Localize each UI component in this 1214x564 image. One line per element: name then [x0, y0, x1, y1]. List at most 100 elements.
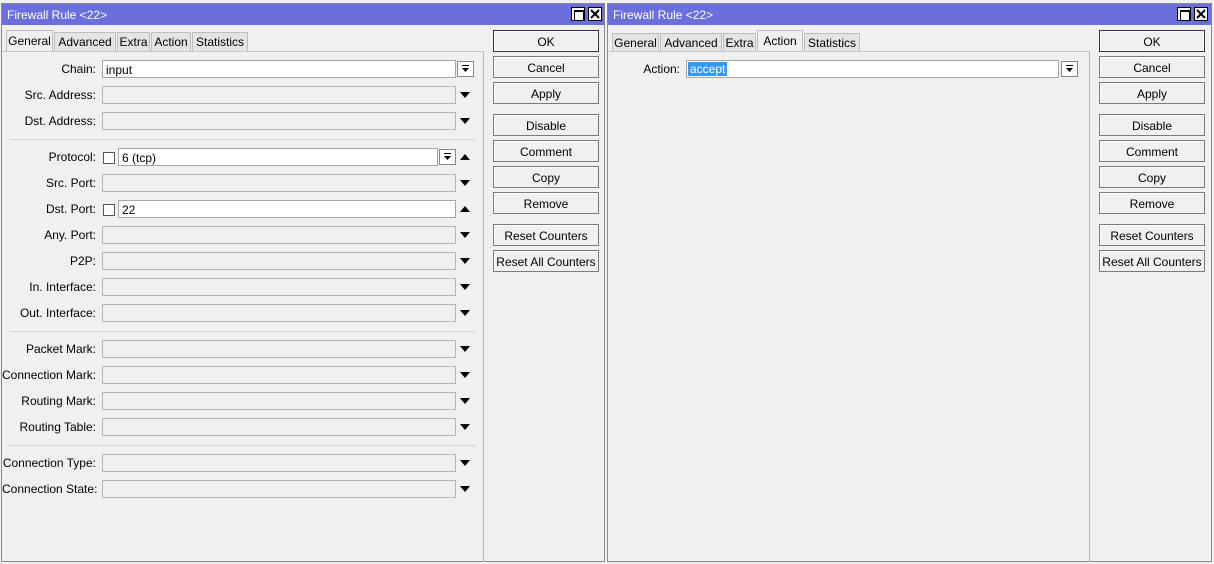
src-port-expand-icon[interactable] — [460, 179, 471, 187]
cancel-button[interactable]: Cancel — [1099, 56, 1205, 78]
p2p-row: P2P: — [2, 251, 482, 271]
connection-mark-row: Connection Mark: — [2, 365, 482, 385]
routing-mark-expand-icon[interactable] — [460, 397, 471, 405]
action-label: Action: — [643, 62, 680, 76]
tab-action[interactable]: Action — [757, 30, 803, 52]
any-port-row: Any. Port: — [2, 225, 482, 245]
ok-button[interactable]: OK — [1099, 30, 1205, 52]
src-port-label: Src. Port: — [45, 176, 96, 190]
protocol-row: Protocol: 6 (tcp) — [2, 147, 482, 167]
maximize-icon[interactable] — [1177, 7, 1191, 21]
connection-state-expand-icon[interactable] — [460, 485, 471, 493]
tab-general[interactable]: General — [6, 30, 53, 52]
window-title-bar[interactable]: Firewall Rule <22> — [2, 4, 604, 25]
reset-counters-button[interactable]: Reset Counters — [1099, 224, 1205, 246]
routing-mark-field[interactable] — [102, 392, 456, 410]
remove-button[interactable]: Remove — [493, 192, 599, 214]
packet-mark-row: Packet Mark: — [2, 339, 482, 359]
close-icon[interactable] — [588, 7, 602, 21]
window-title: Firewall Rule <22> — [7, 8, 108, 22]
protocol-label: Protocol: — [48, 150, 96, 164]
close-icon[interactable] — [1194, 7, 1208, 21]
chain-field[interactable]: input — [102, 60, 456, 78]
reset-all-counters-button[interactable]: Reset All Counters — [493, 250, 599, 272]
dst-port-label: Dst. Port: — [45, 202, 96, 216]
src-port-field[interactable] — [102, 174, 456, 192]
window-title-bar[interactable]: Firewall Rule <22> — [608, 4, 1211, 25]
connection-mark-label: Connection Mark: — [2, 368, 97, 382]
dst-address-field[interactable] — [102, 112, 456, 130]
disable-button[interactable]: Disable — [1099, 114, 1205, 136]
protocol-field[interactable]: 6 (tcp) — [118, 148, 438, 166]
tab-general[interactable]: General — [612, 33, 659, 52]
out-interface-field[interactable] — [102, 304, 456, 322]
src-address-label: Src. Address: — [24, 88, 96, 102]
dst-address-expand-icon[interactable] — [460, 117, 471, 125]
connection-mark-field[interactable] — [102, 366, 456, 384]
out-interface-label: Out. Interface: — [19, 306, 96, 320]
chain-dropdown-icon[interactable] — [457, 61, 474, 77]
disable-button[interactable]: Disable — [493, 114, 599, 136]
apply-button[interactable]: Apply — [493, 82, 599, 104]
p2p-expand-icon[interactable] — [460, 257, 471, 265]
reset-counters-button[interactable]: Reset Counters — [493, 224, 599, 246]
remove-button[interactable]: Remove — [1099, 192, 1205, 214]
connection-state-label: Connection State: — [2, 482, 98, 496]
out-interface-row: Out. Interface: — [2, 303, 482, 323]
cancel-button[interactable]: Cancel — [493, 56, 599, 78]
copy-button[interactable]: Copy — [493, 166, 599, 188]
action-selected-value: accept — [688, 62, 728, 76]
dst-address-label: Dst. Address: — [24, 114, 96, 128]
section-divider — [10, 445, 476, 446]
tab-extra[interactable]: Extra — [723, 33, 756, 52]
src-port-row: Src. Port: — [2, 173, 482, 193]
connection-type-field[interactable] — [102, 454, 456, 472]
tab-advanced[interactable]: Advanced — [660, 33, 722, 52]
protocol-negate-checkbox[interactable] — [103, 152, 115, 164]
dst-port-negate-checkbox[interactable] — [103, 204, 115, 216]
action-dropdown-icon[interactable] — [1061, 61, 1078, 77]
action-tab-panel: Action: accept — [608, 51, 1090, 562]
comment-button[interactable]: Comment — [493, 140, 599, 162]
any-port-expand-icon[interactable] — [460, 231, 471, 239]
routing-table-expand-icon[interactable] — [460, 423, 471, 431]
routing-table-field[interactable] — [102, 418, 456, 436]
maximize-icon[interactable] — [571, 7, 585, 21]
action-row: Action: accept — [608, 59, 1088, 79]
p2p-label: P2P: — [69, 254, 96, 268]
out-interface-expand-icon[interactable] — [460, 309, 471, 317]
in-interface-expand-icon[interactable] — [460, 283, 471, 291]
dst-port-collapse-icon[interactable] — [460, 205, 471, 213]
tab-action[interactable]: Action — [151, 32, 191, 51]
connection-state-field[interactable] — [102, 480, 456, 498]
p2p-field[interactable] — [102, 252, 456, 270]
chain-label: Chain: — [61, 62, 96, 76]
dst-address-row: Dst. Address: — [2, 111, 482, 131]
src-address-expand-icon[interactable] — [460, 91, 471, 99]
protocol-dropdown-icon[interactable] — [439, 149, 456, 165]
packet-mark-expand-icon[interactable] — [460, 345, 471, 353]
connection-type-expand-icon[interactable] — [460, 459, 471, 467]
ok-button[interactable]: OK — [493, 30, 599, 52]
apply-button[interactable]: Apply — [1099, 82, 1205, 104]
connection-mark-expand-icon[interactable] — [460, 371, 471, 379]
comment-button[interactable]: Comment — [1099, 140, 1205, 162]
reset-all-counters-button[interactable]: Reset All Counters — [1099, 250, 1205, 272]
in-interface-field[interactable] — [102, 278, 456, 296]
src-address-field[interactable] — [102, 86, 456, 104]
dst-port-field[interactable]: 22 — [118, 200, 456, 218]
copy-button[interactable]: Copy — [1099, 166, 1205, 188]
connection-type-row: Connection Type: — [2, 453, 482, 473]
any-port-field[interactable] — [102, 226, 456, 244]
tab-statistics[interactable]: Statistics — [804, 33, 860, 52]
tab-statistics[interactable]: Statistics — [192, 32, 248, 51]
tab-extra[interactable]: Extra — [117, 32, 150, 51]
section-divider — [10, 139, 476, 140]
packet-mark-field[interactable] — [102, 340, 456, 358]
window-title: Firewall Rule <22> — [613, 8, 714, 22]
action-field[interactable]: accept — [686, 60, 1059, 78]
protocol-collapse-icon[interactable] — [460, 153, 471, 161]
tab-advanced[interactable]: Advanced — [54, 32, 116, 51]
firewall-rule-window-left: Firewall Rule <22> General Advanced Extr… — [1, 3, 605, 562]
routing-table-label: Routing Table: — [19, 420, 97, 434]
